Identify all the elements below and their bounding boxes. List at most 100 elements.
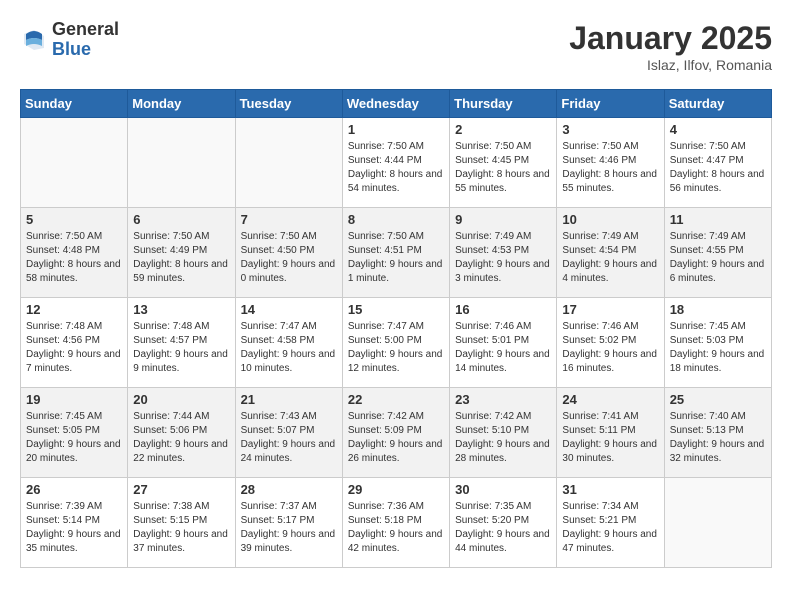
day-info: Sunrise: 7:42 AM Sunset: 5:10 PM Dayligh… [455,410,551,466]
calendar-cell: 4 Sunrise: 7:50 AM Sunset: 4:47 PM Daylig… [664,118,771,208]
day-number: 23 [455,392,551,407]
weekday-header-row: SundayMondayTuesdayWednesdayThursdayFrid… [21,90,772,118]
calendar-cell: 15Sunrise: 7:47 AM Sunset: 5:00 PM Dayli… [342,298,449,388]
day-number: 24 [562,392,658,407]
day-info: Sunrise: 7:44 AM Sunset: 5:06 PM Dayligh… [133,410,229,466]
day-info: Sunrise: 7:50 AM Sunset: 4:49 PM Dayligh… [133,230,229,286]
day-number: 29 [348,482,444,497]
day-info: Sunrise: 7:37 AM Sunset: 5:17 PM Dayligh… [241,500,337,556]
day-number: 7 [241,212,337,227]
calendar-cell: 25Sunrise: 7:40 AM Sunset: 5:13 PM Dayli… [664,388,771,478]
day-number: 12 [26,302,122,317]
day-info: Sunrise: 7:39 AM Sunset: 5:14 PM Dayligh… [26,500,122,556]
calendar-cell: 16 Sunrise: 7:46 AM Sunset: 5:01 PM Dayli… [450,298,557,388]
day-info: Sunrise: 7:42 AM Sunset: 5:09 PM Dayligh… [348,410,444,466]
calendar-cell: 9Sunrise: 7:49 AM Sunset: 4:53 PM Daylig… [450,208,557,298]
day-number: 18 [670,302,766,317]
calendar-cell: 17 Sunrise: 7:46 AM Sunset: 5:02 PM Dayli… [557,298,664,388]
day-number: 10 [562,212,658,227]
calendar-cell: 14 Sunrise: 7:47 AM Sunset: 4:58 PM Dayli… [235,298,342,388]
day-number: 28 [241,482,337,497]
calendar-cell: 18Sunrise: 7:45 AM Sunset: 5:03 PM Dayli… [664,298,771,388]
day-number: 1 [348,122,444,137]
logo-blue: Blue [52,39,91,59]
day-number: 8 [348,212,444,227]
day-info: Sunrise: 7:40 AM Sunset: 5:13 PM Dayligh… [670,410,766,466]
day-number: 14 [241,302,337,317]
calendar-cell: 10 Sunrise: 7:49 AM Sunset: 4:54 PM Dayli… [557,208,664,298]
calendar-cell: 2Sunrise: 7:50 AM Sunset: 4:45 PM Daylig… [450,118,557,208]
calendar-cell: 31 Sunrise: 7:34 AM Sunset: 5:21 PM Dayli… [557,478,664,568]
week-row-4: 19Sunrise: 7:45 AM Sunset: 5:05 PM Dayli… [21,388,772,478]
day-number: 21 [241,392,337,407]
logo-text: General Blue [52,20,119,60]
calendar-cell: 22 Sunrise: 7:42 AM Sunset: 5:09 PM Dayli… [342,388,449,478]
week-row-5: 26 Sunrise: 7:39 AM Sunset: 5:14 PM Dayli… [21,478,772,568]
week-row-3: 12 Sunrise: 7:48 AM Sunset: 4:56 PM Dayli… [21,298,772,388]
day-info: Sunrise: 7:50 AM Sunset: 4:50 PM Dayligh… [241,230,337,286]
day-info: Sunrise: 7:35 AM Sunset: 5:20 PM Dayligh… [455,500,551,556]
calendar-cell: 11 Sunrise: 7:49 AM Sunset: 4:55 PM Dayli… [664,208,771,298]
calendar-cell: 30 Sunrise: 7:35 AM Sunset: 5:20 PM Dayli… [450,478,557,568]
day-number: 19 [26,392,122,407]
day-number: 11 [670,212,766,227]
location: Islaz, Ilfov, Romania [569,57,772,73]
calendar-cell [235,118,342,208]
calendar-cell: 12 Sunrise: 7:48 AM Sunset: 4:56 PM Dayli… [21,298,128,388]
day-number: 20 [133,392,229,407]
calendar-cell: 28 Sunrise: 7:37 AM Sunset: 5:17 PM Dayli… [235,478,342,568]
day-number: 30 [455,482,551,497]
day-info: Sunrise: 7:49 AM Sunset: 4:55 PM Dayligh… [670,230,766,286]
day-info: Sunrise: 7:48 AM Sunset: 4:56 PM Dayligh… [26,320,122,376]
day-info: Sunrise: 7:41 AM Sunset: 5:11 PM Dayligh… [562,410,658,466]
day-number: 9 [455,212,551,227]
day-number: 6 [133,212,229,227]
day-info: Sunrise: 7:49 AM Sunset: 4:54 PM Dayligh… [562,230,658,286]
calendar-cell: 7 Sunrise: 7:50 AM Sunset: 4:50 PM Daylig… [235,208,342,298]
week-row-2: 5 Sunrise: 7:50 AM Sunset: 4:48 PM Daylig… [21,208,772,298]
day-number: 15 [348,302,444,317]
day-number: 17 [562,302,658,317]
day-number: 16 [455,302,551,317]
weekday-header-wednesday: Wednesday [342,90,449,118]
calendar-cell: 24 Sunrise: 7:41 AM Sunset: 5:11 PM Dayli… [557,388,664,478]
weekday-header-thursday: Thursday [450,90,557,118]
calendar-cell: 19Sunrise: 7:45 AM Sunset: 5:05 PM Dayli… [21,388,128,478]
day-number: 4 [670,122,766,137]
day-number: 26 [26,482,122,497]
calendar-cell: 23 Sunrise: 7:42 AM Sunset: 5:10 PM Dayli… [450,388,557,478]
logo-icon [20,26,48,54]
day-info: Sunrise: 7:38 AM Sunset: 5:15 PM Dayligh… [133,500,229,556]
logo-general: General [52,19,119,39]
day-number: 3 [562,122,658,137]
day-info: Sunrise: 7:50 AM Sunset: 4:44 PM Dayligh… [348,140,444,196]
day-number: 22 [348,392,444,407]
day-info: Sunrise: 7:48 AM Sunset: 4:57 PM Dayligh… [133,320,229,376]
day-info: Sunrise: 7:50 AM Sunset: 4:47 PM Dayligh… [670,140,766,196]
calendar-cell: 29Sunrise: 7:36 AM Sunset: 5:18 PM Dayli… [342,478,449,568]
title-block: January 2025 Islaz, Ilfov, Romania [569,20,772,73]
day-info: Sunrise: 7:50 AM Sunset: 4:51 PM Dayligh… [348,230,444,286]
day-number: 27 [133,482,229,497]
weekday-header-friday: Friday [557,90,664,118]
day-info: Sunrise: 7:50 AM Sunset: 4:48 PM Dayligh… [26,230,122,286]
calendar-cell: 1 Sunrise: 7:50 AM Sunset: 4:44 PM Daylig… [342,118,449,208]
calendar-cell: 21 Sunrise: 7:43 AM Sunset: 5:07 PM Dayli… [235,388,342,478]
day-number: 2 [455,122,551,137]
day-info: Sunrise: 7:50 AM Sunset: 4:46 PM Dayligh… [562,140,658,196]
day-info: Sunrise: 7:46 AM Sunset: 5:02 PM Dayligh… [562,320,658,376]
day-info: Sunrise: 7:34 AM Sunset: 5:21 PM Dayligh… [562,500,658,556]
logo: General Blue [20,20,119,60]
calendar-cell: 26 Sunrise: 7:39 AM Sunset: 5:14 PM Dayli… [21,478,128,568]
calendar-cell [128,118,235,208]
day-info: Sunrise: 7:46 AM Sunset: 5:01 PM Dayligh… [455,320,551,376]
calendar-cell: 6 Sunrise: 7:50 AM Sunset: 4:49 PM Daylig… [128,208,235,298]
calendar-cell: 13Sunrise: 7:48 AM Sunset: 4:57 PM Dayli… [128,298,235,388]
calendar-cell: 8 Sunrise: 7:50 AM Sunset: 4:51 PM Daylig… [342,208,449,298]
day-number: 31 [562,482,658,497]
day-info: Sunrise: 7:43 AM Sunset: 5:07 PM Dayligh… [241,410,337,466]
day-info: Sunrise: 7:47 AM Sunset: 4:58 PM Dayligh… [241,320,337,376]
day-number: 5 [26,212,122,227]
calendar-cell: 5 Sunrise: 7:50 AM Sunset: 4:48 PM Daylig… [21,208,128,298]
calendar-cell [21,118,128,208]
